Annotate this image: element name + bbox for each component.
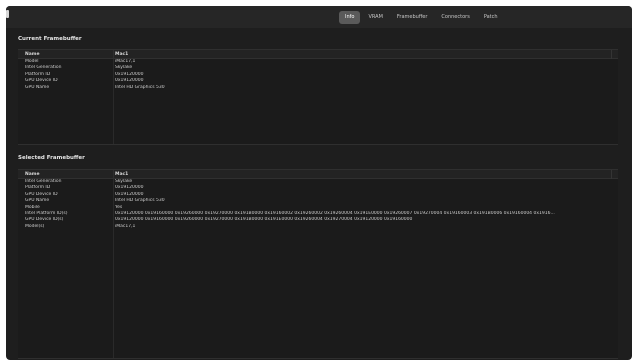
- column-header-value[interactable]: Mac1: [115, 50, 128, 59]
- table-body: Intel Generation Skylake Platform ID 0x1…: [18, 179, 618, 230]
- tab-info[interactable]: Info: [339, 11, 361, 24]
- table-header: Name Mac1: [18, 170, 618, 179]
- column-divider[interactable]: [113, 170, 114, 178]
- current-framebuffer-title: Current Framebuffer: [18, 36, 82, 42]
- table-row[interactable]: GPU Name Intel HD Graphics 530: [18, 85, 618, 91]
- table-header: Name Mac1: [18, 50, 618, 59]
- title-bar: Info VRAM Framebuffer Connectors Patch: [6, 6, 632, 28]
- column-divider[interactable]: [113, 50, 114, 58]
- table-body: Model iMac17,1 Intel Generation Skylake …: [18, 59, 618, 91]
- column-header-value[interactable]: Mac1: [115, 170, 128, 179]
- selected-framebuffer-title: Selected Framebuffer: [18, 155, 85, 161]
- tab-connectors[interactable]: Connectors: [435, 11, 475, 24]
- tab-vram[interactable]: VRAM: [362, 11, 388, 24]
- table-row[interactable]: Model(s) iMac17,1: [18, 224, 618, 230]
- row-name: GPU Name: [25, 84, 50, 90]
- sidebar-handle[interactable]: [6, 10, 9, 18]
- selected-framebuffer-table: Name Mac1 Intel Generation Skylake Platf…: [18, 169, 618, 359]
- tab-patch[interactable]: Patch: [478, 11, 504, 24]
- row-name: Model(s): [25, 223, 45, 229]
- app-window: Info VRAM Framebuffer Connectors Patch C…: [6, 6, 632, 360]
- column-divider[interactable]: [611, 170, 612, 179]
- current-framebuffer-table: Name Mac1 Model iMac17,1 Intel Generatio…: [18, 49, 618, 145]
- tab-bar: Info VRAM Framebuffer Connectors Patch: [339, 11, 504, 24]
- column-divider[interactable]: [611, 50, 612, 59]
- row-value: Intel HD Graphics 530: [115, 84, 165, 90]
- tab-framebuffer[interactable]: Framebuffer: [391, 11, 434, 24]
- row-value: iMac17,1: [115, 223, 136, 229]
- column-header-name[interactable]: Name: [25, 170, 40, 179]
- column-header-name[interactable]: Name: [25, 50, 40, 59]
